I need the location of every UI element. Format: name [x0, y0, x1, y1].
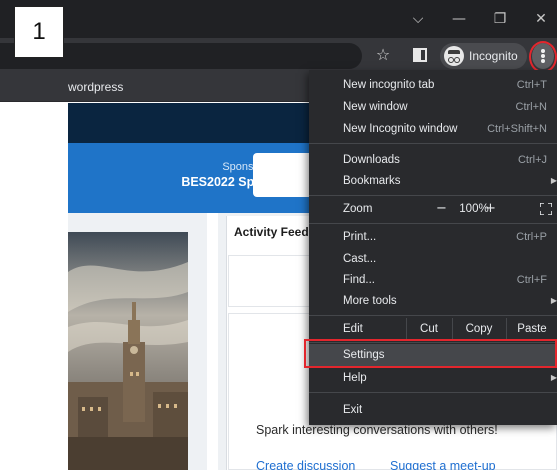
incognito-label: Incognito — [469, 49, 518, 63]
bookmark-wordpress[interactable]: wordpress — [68, 74, 123, 101]
menu-item-label: Downloads — [343, 154, 400, 166]
menu-item-shortcut: Ctrl+Shift+N — [487, 123, 547, 135]
settings-highlight — [304, 339, 557, 368]
menu-separator — [309, 143, 557, 144]
copy-button[interactable]: Copy — [452, 318, 505, 340]
menu-item-shortcut: Ctrl+N — [515, 101, 547, 113]
menu-separator — [309, 315, 557, 316]
side-panel-icon[interactable] — [413, 48, 427, 62]
title-bar: ⌵ — ❐ ✕ — [0, 0, 557, 38]
submenu-arrow-icon: ▶ — [550, 373, 557, 382]
menu-item-shortcut: Ctrl+P — [516, 231, 547, 243]
menu-item-new-window[interactable]: New window Ctrl+N — [309, 96, 557, 118]
menu-item-help[interactable]: Help ▶ — [309, 367, 557, 389]
minimize-icon[interactable]: — — [446, 8, 472, 30]
menu-item-shortcut: Ctrl+J — [517, 154, 547, 166]
zoom-out-button[interactable]: − — [436, 198, 447, 220]
menu-item-label: Help — [343, 372, 367, 384]
menu-item-edit: Edit Cut Copy Paste — [309, 318, 557, 340]
menu-item-zoom: Zoom − 100% + — [309, 198, 557, 220]
empty-state-text: Spark interesting conversations with oth… — [256, 423, 498, 437]
menu-item-label: New Incognito window — [343, 123, 458, 135]
menu-item-bookmarks[interactable]: Bookmarks ▶ — [309, 170, 557, 192]
fullscreen-icon[interactable] — [540, 203, 552, 215]
menu-item-print[interactable]: Print... Ctrl+P — [309, 226, 557, 248]
menu-item-label: Exit — [343, 404, 363, 416]
step-number: 1 — [32, 18, 46, 45]
menu-item-label: Cast... — [343, 253, 377, 265]
menu-button-highlight — [529, 41, 557, 73]
activity-feed-title: Activity Feed — [234, 225, 309, 239]
menu-item-label: Find... — [343, 274, 375, 286]
menu-item-label: New window — [343, 101, 408, 113]
paste-button[interactable]: Paste — [506, 318, 557, 340]
step-number-box: 1 — [14, 6, 64, 58]
menu-item-label: Print... — [343, 231, 377, 243]
menu-separator — [309, 195, 557, 196]
incognito-profile-button[interactable]: Incognito — [440, 43, 527, 69]
menu-item-new-incognito-window[interactable]: New Incognito window Ctrl+Shift+N — [309, 118, 557, 140]
maximize-icon[interactable]: ❐ — [487, 8, 513, 30]
menu-item-exit[interactable]: Exit — [309, 399, 557, 421]
menu-item-find[interactable]: Find... Ctrl+F — [309, 269, 557, 291]
create-discussion-link[interactable]: Create discussion — [256, 459, 355, 470]
menu-item-label: Edit — [343, 323, 363, 335]
menu-item-downloads[interactable]: Downloads Ctrl+J — [309, 149, 557, 171]
menu-item-label: Bookmarks — [343, 175, 401, 187]
zoom-in-button[interactable]: + — [485, 198, 496, 220]
city-photo — [68, 232, 188, 470]
menu-item-label: New incognito tab — [343, 79, 435, 91]
incognito-icon — [444, 46, 464, 66]
menu-item-more-tools[interactable]: More tools ▶ — [309, 290, 557, 312]
submenu-arrow-icon: ▶ — [550, 176, 557, 185]
submenu-arrow-icon: ▶ — [550, 296, 557, 305]
tab-search-dropdown-icon[interactable]: ⌵ — [405, 8, 431, 30]
cut-button[interactable]: Cut — [406, 318, 451, 340]
menu-separator — [309, 392, 557, 393]
menu-item-new-incognito-tab[interactable]: New incognito tab Ctrl+T — [309, 74, 557, 96]
close-icon[interactable]: ✕ — [528, 8, 554, 30]
menu-item-shortcut: Ctrl+F — [516, 274, 547, 286]
suggest-meetup-link[interactable]: Suggest a meet-up — [390, 459, 496, 470]
menu-item-shortcut: Ctrl+T — [516, 79, 547, 91]
chrome-main-menu: New incognito tab Ctrl+T New window Ctrl… — [309, 70, 557, 425]
left-card — [207, 213, 218, 470]
menu-item-label: Zoom — [343, 203, 373, 215]
menu-separator — [309, 223, 557, 224]
bookmark-star-icon[interactable]: ☆ — [372, 44, 394, 66]
menu-item-cast[interactable]: Cast... — [309, 248, 557, 270]
menu-item-label: More tools — [343, 295, 397, 307]
